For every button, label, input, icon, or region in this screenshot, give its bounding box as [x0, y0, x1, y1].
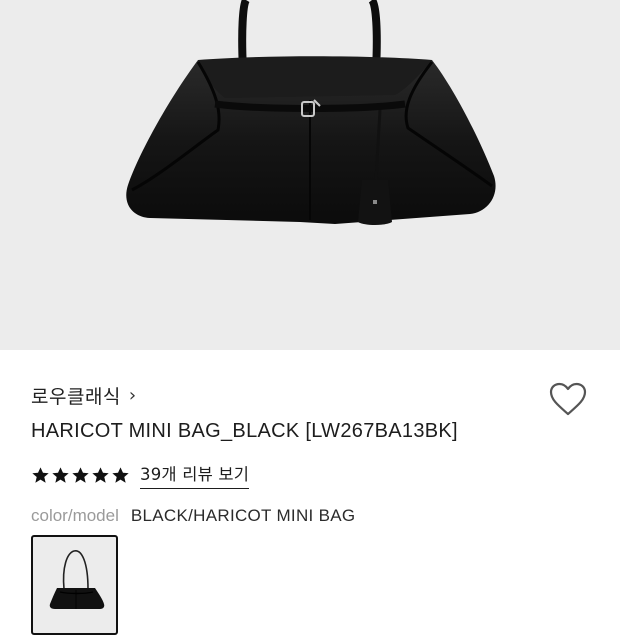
black-tote-bag-image	[126, 0, 496, 225]
star-filled-icon	[32, 466, 49, 483]
review-count-link[interactable]: 39개 리뷰 보기	[140, 461, 250, 489]
star-filled-icon	[112, 466, 129, 483]
brand-link[interactable]: 로우클래식 ›	[31, 382, 136, 409]
star-filled-icon	[72, 466, 89, 483]
option-label: color/model	[31, 506, 119, 525]
option-row: color/model BLACK/HARICOT MINI BAG	[31, 506, 355, 526]
wishlist-button[interactable]	[548, 381, 588, 417]
brand-name: 로우클래식	[31, 386, 121, 408]
star-filled-icon	[92, 466, 109, 483]
option-value: BLACK/HARICOT MINI BAG	[130, 506, 356, 525]
chevron-right-icon: ›	[128, 385, 137, 406]
heart-outline-icon	[549, 382, 587, 416]
product-image[interactable]	[0, 0, 620, 350]
star-rating	[31, 466, 130, 485]
star-filled-icon	[52, 466, 69, 483]
product-title: HARICOT MINI BAG_BLACK [LW267BA13BK]	[31, 420, 458, 442]
color-option-thumbnail[interactable]	[31, 535, 118, 635]
rating-row: 39개 리뷰 보기	[31, 461, 250, 489]
bag-thumbnail-image	[49, 550, 105, 609]
